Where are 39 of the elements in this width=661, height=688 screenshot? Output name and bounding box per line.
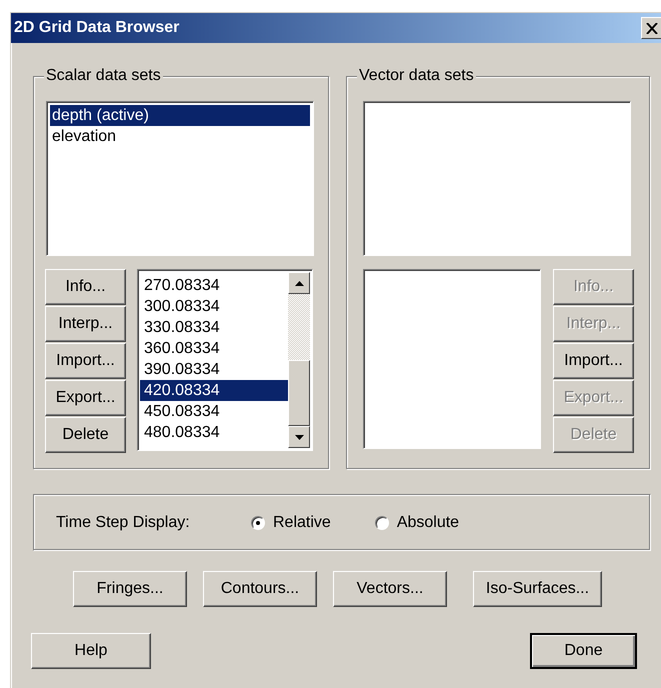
- scroll-thumb[interactable]: [288, 360, 310, 426]
- list-item[interactable]: 270.08334: [140, 275, 288, 296]
- time-step-label: Time Step Display:: [56, 512, 191, 532]
- close-icon: [646, 22, 658, 34]
- list-item[interactable]: 450.08334: [140, 401, 288, 422]
- scroll-up-button[interactable]: [288, 272, 310, 294]
- side-button[interactable]: Delete: [45, 417, 126, 453]
- plot-button[interactable]: Fringes...: [73, 571, 187, 607]
- window-title: 2D Grid Data Browser: [14, 18, 180, 38]
- up-arrow-icon: [294, 280, 304, 286]
- time-step-list[interactable]: 270.08334 300.08334 330.08334 360.08334 390.08334 420.08334 450.08334 480.08334: [137, 269, 313, 451]
- help-button[interactable]: Help: [31, 633, 151, 669]
- radio-button[interactable]: [251, 516, 265, 530]
- plot-button[interactable]: Contours...: [203, 571, 317, 607]
- list-item[interactable]: 300.08334: [140, 296, 288, 317]
- vector-sub-list[interactable]: [363, 269, 541, 449]
- vector-list[interactable]: [363, 101, 631, 256]
- list-item[interactable]: 390.08334: [140, 359, 288, 380]
- side-button[interactable]: Export...: [45, 380, 126, 416]
- side-button[interactable]: Import...: [553, 343, 634, 379]
- scroll-down-button[interactable]: [288, 426, 310, 448]
- list-item[interactable]: 330.08334: [140, 317, 288, 338]
- radio-button[interactable]: [374, 516, 389, 530]
- list-item[interactable]: depth (active): [50, 105, 310, 126]
- scalar-list[interactable]: depth (active) elevation: [46, 101, 314, 256]
- radio-label[interactable]: Absolute: [396, 510, 460, 534]
- close-button[interactable]: [641, 17, 661, 39]
- plot-button[interactable]: Vectors...: [333, 571, 447, 607]
- list-item[interactable]: 420.08334: [140, 380, 288, 401]
- side-button[interactable]: Info...: [45, 269, 126, 305]
- side-button[interactable]: Interp...: [45, 306, 126, 342]
- list-item[interactable]: 480.08334: [140, 422, 288, 443]
- radio-label[interactable]: Relative: [273, 510, 331, 534]
- plot-button[interactable]: Iso-Surfaces...: [473, 571, 602, 607]
- done-button[interactable]: Done: [530, 633, 637, 669]
- list-item[interactable]: elevation: [50, 126, 310, 147]
- down-arrow-icon: [294, 434, 304, 440]
- side-button[interactable]: Import...: [45, 343, 126, 379]
- list-item[interactable]: 360.08334: [140, 338, 288, 359]
